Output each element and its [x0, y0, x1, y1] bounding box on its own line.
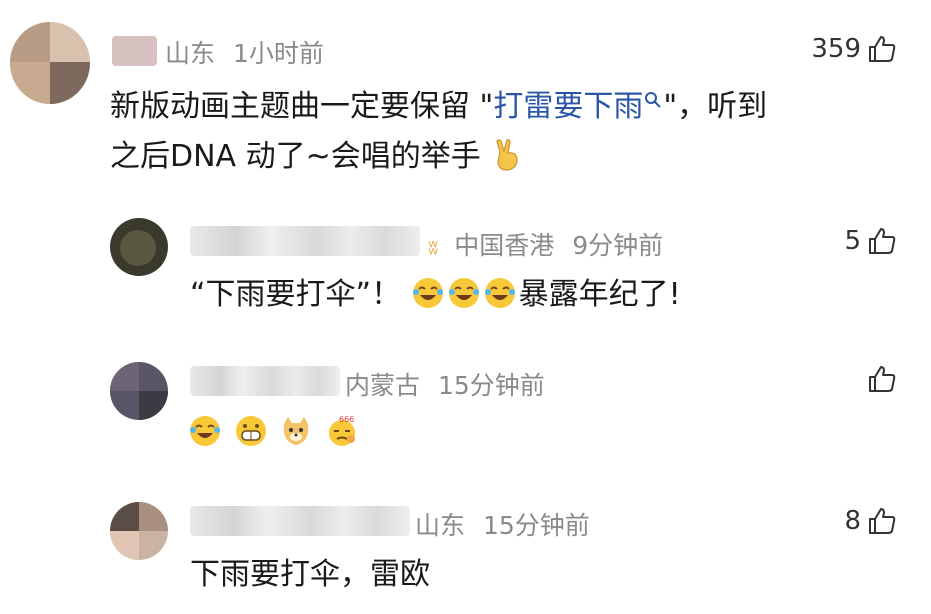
- thumbs-up-icon: [869, 228, 896, 254]
- like-button[interactable]: 5: [844, 226, 897, 256]
- location: 山东: [165, 39, 216, 68]
- like-count: 5: [844, 226, 861, 256]
- comment-item: 山东 1小时前 359 新版动画主题曲一定要保留 "打雷要下雨 "，听到 之后DN…: [0, 0, 931, 190]
- username-blurred[interactable]: [190, 506, 410, 536]
- timestamp: 1小时前: [232, 39, 324, 68]
- comment-text: 新版动画主题曲一定要保留 "打雷要下雨 "，听到 之后DNA 动了~会唱的举手: [110, 89, 768, 174]
- comment-emojis: 666: [188, 408, 361, 458]
- avatar[interactable]: [10, 22, 90, 104]
- grin-emoji: [235, 416, 266, 446]
- laugh-cry-emoji: [412, 278, 443, 308]
- like-button[interactable]: 8: [844, 506, 897, 536]
- username-blurred[interactable]: [190, 226, 420, 256]
- comment-item: 内蒙古 15分钟前 666: [0, 340, 931, 480]
- doge-emoji: [283, 417, 309, 445]
- like-count: 359: [811, 34, 861, 64]
- timestamp: 15分钟前: [482, 511, 590, 540]
- laugh-cry-emoji: [448, 278, 479, 308]
- username-blurred[interactable]: [190, 366, 340, 396]
- comment-text: 下雨要打伞，雷欧: [190, 557, 430, 592]
- username-blurred[interactable]: [112, 36, 157, 66]
- victory-hand-emoji: [496, 139, 518, 171]
- location: 内蒙古: [345, 371, 421, 400]
- location: 山东: [415, 511, 466, 540]
- comment-meta: 山东 1小时前: [165, 34, 324, 70]
- svg-text:666: 666: [339, 415, 354, 424]
- thumbs-up-icon: [869, 508, 896, 534]
- thumbs-up-icon: [869, 366, 896, 392]
- laugh-cry-emoji: [190, 416, 220, 446]
- thumbs-up-icon: [869, 36, 896, 62]
- comment-item: 山东 15分钟前 8 下雨要打伞，雷欧: [0, 480, 931, 614]
- avatar[interactable]: [110, 362, 168, 420]
- comment-item: ʬ 中国香港 9分钟前 5 “下雨要打伞”！ 暴露年纪了!: [0, 190, 931, 340]
- like-button[interactable]: [861, 364, 897, 394]
- location: 中国香港: [454, 231, 555, 260]
- search-icon: [645, 92, 662, 108]
- comment-meta: 内蒙古 15分钟前: [345, 366, 545, 402]
- laugh-cry-emoji: [484, 278, 515, 308]
- vip-badge: ʬ: [428, 235, 439, 259]
- like-button[interactable]: 359: [811, 34, 897, 64]
- search-link[interactable]: 打雷要下雨: [493, 89, 663, 124]
- comment-meta: 山东 15分钟前: [415, 506, 590, 542]
- timestamp: 9分钟前: [572, 231, 664, 260]
- comment-text: “下雨要打伞”！ 暴露年纪了!: [190, 277, 681, 312]
- comment-meta: ʬ 中国香港 9分钟前: [428, 226, 663, 262]
- avatar[interactable]: [110, 218, 168, 276]
- like-count: 8: [844, 506, 861, 536]
- timestamp: 15分钟前: [437, 371, 545, 400]
- avatar[interactable]: [110, 502, 168, 560]
- 666-emoji: 666: [328, 415, 355, 446]
